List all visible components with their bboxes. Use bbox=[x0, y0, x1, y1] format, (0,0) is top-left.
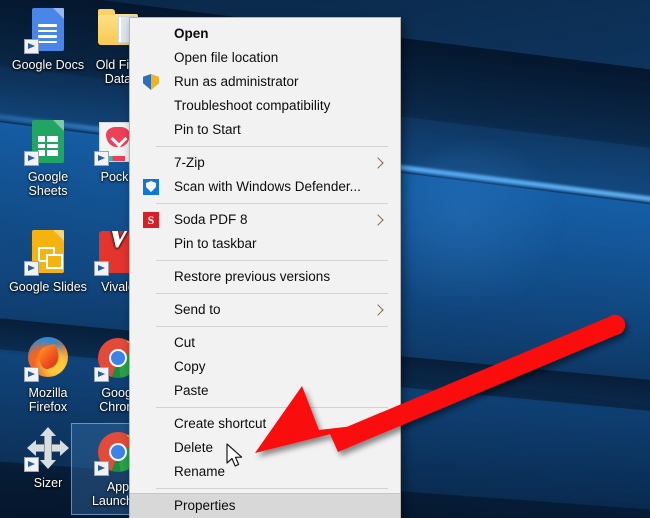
shortcut-badge-icon bbox=[94, 367, 109, 382]
context-menu-separator bbox=[156, 260, 388, 261]
context-menu-separator bbox=[156, 488, 388, 489]
context-menu-separator bbox=[156, 293, 388, 294]
context-menu-separator bbox=[156, 146, 388, 147]
context-menu-item-label: Cut bbox=[174, 335, 196, 350]
context-menu-separator bbox=[156, 203, 388, 204]
context-menu-item-label: Run as administrator bbox=[174, 74, 299, 89]
context-menu-item-label: Troubleshoot compatibility bbox=[174, 98, 331, 113]
desktop-icon-label: Sheets bbox=[28, 184, 68, 198]
context-menu-item-label: Create shortcut bbox=[174, 416, 267, 431]
context-menu-item-delete[interactable]: Delete bbox=[130, 436, 400, 460]
shortcut-badge-icon bbox=[24, 367, 39, 382]
context-menu-item-7-zip[interactable]: 7-Zip bbox=[130, 151, 400, 175]
defender-icon bbox=[143, 179, 159, 195]
context-menu-item-label: Pin to taskbar bbox=[174, 236, 257, 251]
context-menu-item-label: 7-Zip bbox=[174, 155, 205, 170]
context-menu-item-open-file-location[interactable]: Open file location bbox=[130, 46, 400, 70]
context-menu-item-label: Pin to Start bbox=[174, 122, 241, 137]
context-menu-item-run-as-administrator[interactable]: Run as administrator bbox=[130, 70, 400, 94]
context-menu-item-pin-to-taskbar[interactable]: Pin to taskbar bbox=[130, 232, 400, 256]
context-menu: Open Open file location Run as administrat… bbox=[129, 17, 401, 518]
context-menu-item-troubleshoot-compatibility[interactable]: Troubleshoot compatibility bbox=[130, 94, 400, 118]
shortcut-badge-icon bbox=[94, 461, 109, 476]
context-menu-item-cut[interactable]: Cut bbox=[130, 331, 400, 355]
context-menu-item-label: Soda PDF 8 bbox=[174, 212, 248, 227]
context-menu-item-copy[interactable]: Copy bbox=[130, 355, 400, 379]
context-menu-separator bbox=[156, 407, 388, 408]
slides-icon bbox=[24, 228, 72, 276]
shortcut-badge-icon bbox=[24, 261, 39, 276]
sheets-icon bbox=[24, 118, 72, 166]
context-menu-item-label: Copy bbox=[174, 359, 206, 374]
chevron-right-icon bbox=[372, 214, 384, 226]
wallpaper-glow bbox=[390, 145, 570, 326]
context-menu-item-soda-pdf-8[interactable]: Soda PDF 8 bbox=[130, 208, 400, 232]
context-menu-item-properties[interactable]: Properties bbox=[130, 493, 400, 518]
context-menu-item-send-to[interactable]: Send to bbox=[130, 298, 400, 322]
context-menu-item-restore-previous-versions[interactable]: Restore previous versions bbox=[130, 265, 400, 289]
context-menu-item-open[interactable]: Open bbox=[130, 22, 400, 46]
context-menu-item-scan-with-windows-defender[interactable]: Scan with Windows Defender... bbox=[130, 175, 400, 199]
docs-icon bbox=[24, 6, 72, 54]
shortcut-badge-icon bbox=[24, 39, 39, 54]
context-menu-item-label: Send to bbox=[174, 302, 221, 317]
context-menu-item-label: Open bbox=[174, 26, 209, 41]
shortcut-badge-icon bbox=[94, 151, 109, 166]
shortcut-badge-icon bbox=[24, 151, 39, 166]
chevron-right-icon bbox=[372, 157, 384, 169]
context-menu-item-create-shortcut[interactable]: Create shortcut bbox=[130, 412, 400, 436]
context-menu-item-label: Properties bbox=[174, 498, 236, 513]
context-menu-item-label: Paste bbox=[174, 383, 209, 398]
context-menu-item-label: Restore previous versions bbox=[174, 269, 331, 284]
sizer-icon bbox=[24, 424, 72, 472]
desktop-screen: Google Docs Google Sheets Google Slides … bbox=[0, 0, 650, 518]
context-menu-item-label: Open file location bbox=[174, 50, 279, 65]
shortcut-badge-icon bbox=[24, 457, 39, 472]
uac-shield-icon bbox=[143, 74, 159, 90]
chevron-right-icon bbox=[372, 304, 384, 316]
context-menu-item-label: Scan with Windows Defender... bbox=[174, 179, 361, 194]
soda-pdf-icon bbox=[143, 212, 159, 228]
shortcut-badge-icon bbox=[94, 261, 109, 276]
context-menu-item-pin-to-start[interactable]: Pin to Start bbox=[130, 118, 400, 142]
context-menu-item-paste[interactable]: Paste bbox=[130, 379, 400, 403]
mouse-cursor bbox=[226, 443, 243, 467]
firefox-icon bbox=[24, 334, 72, 382]
context-menu-separator bbox=[156, 326, 388, 327]
context-menu-item-label: Delete bbox=[174, 440, 214, 455]
context-menu-item-label: Rename bbox=[174, 464, 226, 479]
context-menu-item-rename[interactable]: Rename bbox=[130, 460, 400, 484]
